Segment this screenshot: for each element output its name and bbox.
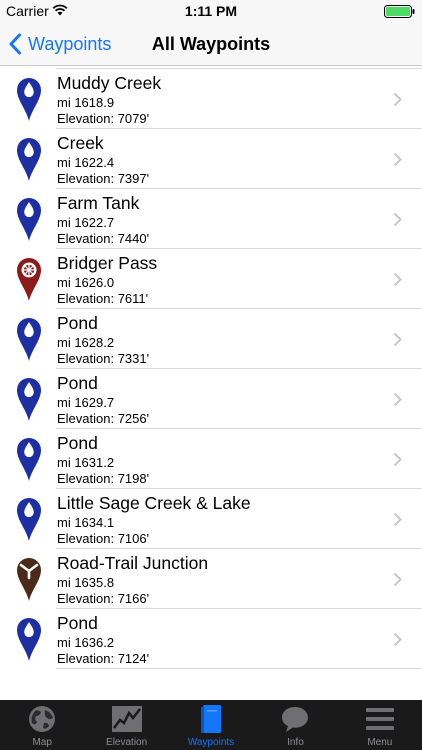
battery-icon	[384, 5, 415, 18]
waypoint-row[interactable]: Road-Trail Junction mi 1635.8 Elevation: 7…	[0, 549, 422, 609]
speech-bubble-icon	[282, 707, 309, 732]
waypoint-mile: mi 1618.9	[57, 95, 115, 110]
tab-map[interactable]: Map	[0, 700, 84, 750]
tab-elevation[interactable]: Elevation	[84, 700, 168, 750]
chevron-right-icon	[393, 512, 402, 527]
waypoint-name: Farm Tank	[57, 193, 140, 213]
chevron-right-icon	[393, 452, 402, 467]
waypoint-row[interactable]: Little Sage Creek & Lake mi 1634.1 Elevati…	[0, 489, 422, 549]
waypoint-row[interactable]: Creek mi 1622.4 Elevation: 7397'	[0, 129, 422, 189]
waypoint-row[interactable]: Pond mi 1636.2 Elevation: 7124'	[0, 609, 422, 669]
trail-junction-icon	[17, 558, 41, 601]
waypoint-elevation: Elevation: 7198'	[57, 471, 150, 486]
back-button[interactable]: Waypoints	[8, 30, 111, 58]
waypoint-row[interactable]: Bridger Pass mi 1626.0 Elevation: 7611'	[0, 249, 422, 309]
waypoint-elevation: Elevation: 7611'	[57, 291, 149, 306]
chevron-right-icon	[393, 152, 402, 167]
tab-label: Waypoints	[187, 737, 235, 748]
back-button-label: Waypoints	[28, 33, 112, 54]
chevron-left-icon	[9, 33, 21, 55]
chevron-right-icon	[393, 92, 402, 107]
tab-label: Info	[287, 737, 304, 748]
waypoint-mile: mi 1626.0	[57, 275, 115, 290]
chevron-right-icon	[393, 272, 402, 287]
tab-bar: Map Elevation Waypoints Info Menu	[0, 700, 422, 750]
status-bar: Carrier 1:11 PM	[0, 0, 422, 22]
waypoint-name: Muddy Creek	[57, 73, 162, 93]
waypoint-name: Pond	[57, 373, 98, 393]
status-time: 1:11 PM	[184, 3, 238, 19]
waypoint-name: Little Sage Creek & Lake	[57, 493, 251, 513]
waypoint-mile: mi 1622.7	[57, 215, 115, 230]
waypoint-row[interactable]: Pond mi 1629.7 Elevation: 7256'	[0, 369, 422, 429]
waypoint-name: Creek	[57, 133, 104, 153]
waypoint-mile: mi 1634.1	[57, 515, 115, 530]
waypoint-row[interactable]: Pond mi 1628.2 Elevation: 7331'	[0, 309, 422, 369]
waypoint-elevation: Elevation: 7166'	[57, 591, 150, 606]
waypoint-elevation: Elevation: 7397'	[57, 171, 150, 186]
waypoint-elevation: Elevation: 7440'	[57, 231, 150, 246]
waypoint-name: Pond	[57, 433, 98, 453]
navigation-bar: Waypoints All Waypoints	[0, 22, 422, 66]
waypoint-mile: mi 1629.7	[57, 395, 115, 410]
tab-menu[interactable]: Menu	[338, 700, 422, 750]
waypoint-name: Pond	[57, 613, 98, 633]
water-drop-icon	[17, 198, 41, 241]
waypoint-name: Road-Trail Junction	[57, 553, 209, 573]
water-drop-icon	[17, 138, 41, 181]
waypoint-row[interactable]: Pond mi 1631.2 Elevation: 7198'	[0, 429, 422, 489]
water-drop-icon	[17, 438, 41, 481]
tab-label: Menu	[367, 737, 393, 748]
waypoint-elevation: Elevation: 7132'	[57, 66, 149, 67]
water-drop-icon	[17, 498, 41, 541]
waypoint-elevation: Elevation: 7331'	[57, 351, 150, 366]
elevation-chart-icon	[111, 706, 142, 732]
waypoint-row[interactable]: Muddy Creek mi 1618.9 Elevation: 7079'	[0, 69, 422, 129]
waypoint-name: Pond	[57, 313, 98, 333]
waypoint-row[interactable]: Farm Tank mi 1622.7 Elevation: 7440'	[0, 189, 422, 249]
chevron-right-icon	[393, 212, 402, 227]
waypoint-mile: mi 1628.2	[57, 335, 115, 350]
waypoint-elevation: Elevation: 7256'	[57, 411, 150, 426]
waypoint-elevation: Elevation: 7079'	[57, 111, 150, 126]
waypoint-elevation: Elevation: 7106'	[57, 531, 150, 546]
water-drop-icon	[17, 318, 41, 361]
chevron-right-icon	[393, 332, 402, 347]
waypoint-mile: mi 1635.8	[57, 575, 115, 590]
chevron-right-icon	[393, 572, 402, 587]
waypoint-mile: mi 1622.4	[57, 155, 115, 170]
waypoint-mile: mi 1631.2	[57, 455, 115, 470]
chevron-right-icon	[393, 392, 402, 407]
tab-waypoints[interactable]: Waypoints	[169, 700, 253, 750]
water-drop-icon	[17, 78, 41, 121]
waypoint-list[interactable]: Muddy Creekmi 1617.3Elevation: 7132'Mudd…	[0, 66, 422, 700]
book-icon	[201, 705, 222, 733]
globe-icon	[29, 706, 56, 732]
tab-label: Elevation	[106, 737, 148, 748]
mountain-pass-icon	[17, 258, 41, 301]
waypoint-mile: mi 1636.2	[57, 635, 115, 650]
menu-icon	[365, 708, 394, 730]
water-drop-icon	[17, 378, 41, 421]
waypoint-name: Bridger Pass	[57, 253, 158, 273]
waypoint-elevation: Elevation: 7124'	[57, 651, 150, 666]
chevron-right-icon	[393, 632, 402, 647]
water-drop-icon	[17, 618, 41, 661]
tab-label: Map	[32, 737, 52, 748]
tab-info[interactable]: Info	[253, 700, 337, 750]
